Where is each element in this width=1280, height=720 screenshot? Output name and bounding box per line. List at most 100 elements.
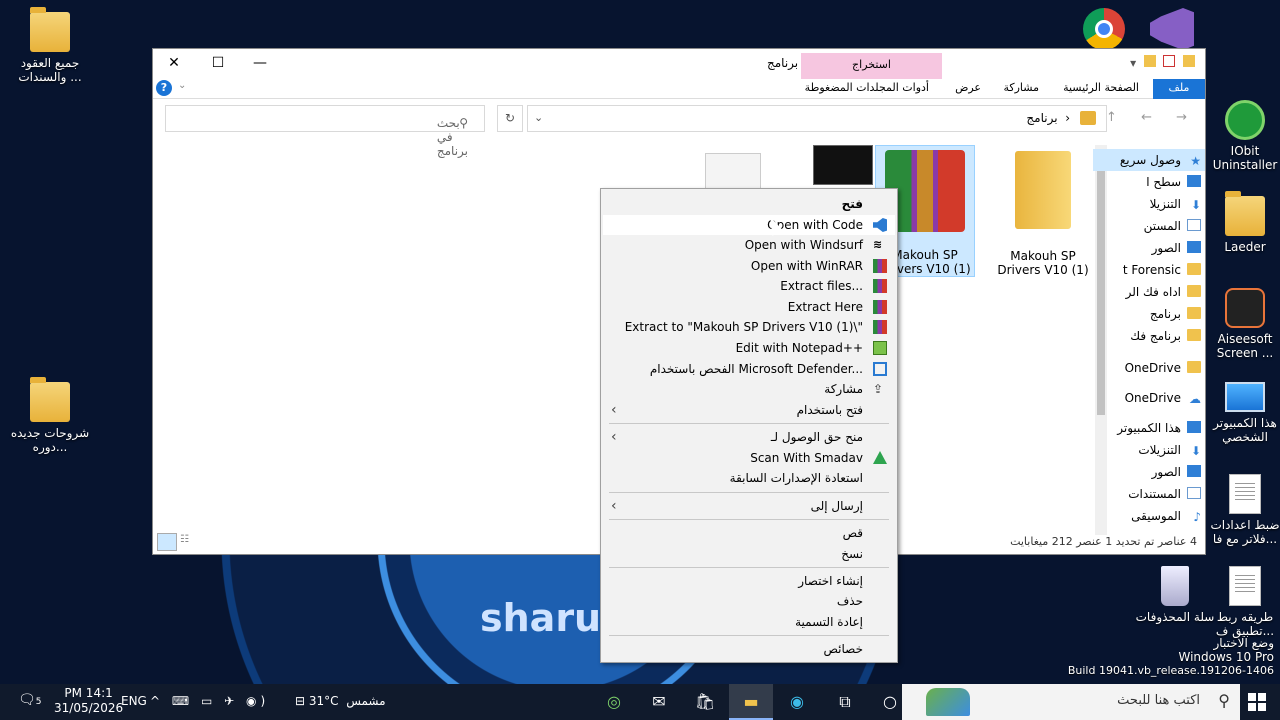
nav-item-program-unlock[interactable]: برنامج فك (1093, 325, 1205, 347)
tab-view[interactable]: عرض (955, 79, 981, 97)
nav-item-forensic[interactable]: t Forensic (1093, 259, 1205, 281)
window-title: برنامج (767, 56, 799, 70)
nav-arrows[interactable]: ↑ ← → (1106, 110, 1197, 125)
menu-item-smadav[interactable]: Scan With Smadav (603, 448, 895, 468)
download-icon: ⬇ (1190, 444, 1201, 458)
menu-item-restore-versions[interactable]: استعادة الإصدارات السابقة (603, 468, 895, 488)
weather-widget[interactable]: ⊟ 31°C مشمس (295, 694, 386, 708)
menu-item-create-shortcut[interactable]: إنشاء اختصار (603, 571, 895, 591)
refresh-button[interactable]: ↻ (497, 105, 523, 132)
chevron-down-icon[interactable]: ⌄ (178, 80, 186, 91)
desktop-icon-label: سلة المحذوفات (1135, 610, 1215, 624)
desktop-icon-course[interactable]: شروحات جديده دوره... (10, 377, 90, 454)
chrome-icon[interactable] (1083, 8, 1125, 50)
menu-item-open[interactable]: فتح (603, 194, 895, 214)
file-item-folder[interactable]: Makouh SP Drivers V10 (1) (993, 145, 1093, 277)
cortana-icon[interactable]: ○ (878, 690, 902, 714)
search-icon: ⚲ (1218, 691, 1230, 710)
iobit-taskbar-icon[interactable]: ◎ (602, 690, 626, 714)
chevron-left-icon: ‹ (611, 402, 617, 418)
quick-access-toolbar[interactable]: ▾ (1130, 55, 1195, 70)
store-icon[interactable]: 🛍 (693, 690, 717, 714)
file-explorer-icon[interactable]: ▬ (739, 690, 763, 714)
title-bar: ✕ ☐ — برنامج استخراج ▾ (153, 49, 1205, 79)
edge-icon[interactable]: ◉ (785, 690, 809, 714)
desktop-icon-filters[interactable]: ضبط اعدادات فلاتر مع فا... (1205, 474, 1280, 546)
large-icons-view-button[interactable]: ☷ (179, 533, 199, 551)
tray-icons[interactable]: ^ ⌨ ▭ ✈ ◉) (150, 694, 269, 708)
menu-item-share[interactable]: ⇪ مشاركة (603, 379, 895, 399)
visual-studio-icon[interactable] (1150, 8, 1194, 50)
menu-item-extract-here[interactable]: Extract Here (603, 297, 895, 317)
document-thumbnail (705, 153, 761, 193)
chevron-down-icon[interactable]: ⌄ (534, 111, 543, 124)
start-button[interactable] (1248, 693, 1266, 711)
menu-item-open-with-windsurf[interactable]: ≋ Open with Windsurf (603, 235, 895, 255)
details-view-button[interactable] (157, 533, 177, 551)
share-icon: ⇪ (873, 382, 884, 396)
menu-item-extract-to[interactable]: Extract to "Makouh SP Drivers V10 (1)\" (603, 317, 895, 337)
nav-item-pictures[interactable]: الصور (1093, 237, 1205, 259)
nav-item-downloads[interactable]: ⬇التنزيلا (1093, 193, 1205, 215)
status-text: 4 عناصر تم تحديد 1 عنصر 212 ميغابايت (1010, 535, 1197, 548)
tab-home[interactable]: الصفحة الرئيسية (1063, 79, 1139, 97)
task-view-icon[interactable]: ⧉ (833, 690, 857, 714)
taskbar-search-box[interactable]: ⚲ اكتب هنا للبحث (902, 684, 1240, 720)
notification-center-icon[interactable]: 🗨5 (18, 692, 42, 708)
maximize-button[interactable]: ☐ (197, 49, 239, 77)
extract-tab[interactable]: استخراج (801, 53, 942, 79)
desktop-icon-label: جميع العقود والسندات ... (18, 56, 82, 84)
nav-item-desktop[interactable]: سطح ا (1093, 171, 1205, 193)
desktop-icon-label: Laeder (1224, 240, 1266, 254)
nav-item-program[interactable]: برنامج (1093, 303, 1205, 325)
menu-item-give-access[interactable]: ‹ منح حق الوصول لـ (603, 427, 895, 447)
windsurf-icon: ≋ (873, 238, 883, 251)
nav-item-documents-2[interactable]: المستندات (1093, 483, 1205, 505)
desktop-icon-label: IObit Uninstaller (1212, 144, 1278, 172)
desktop-icon-contracts[interactable]: جميع العقود والسندات ... (10, 7, 90, 84)
nav-item-onedrive-2[interactable]: ☁OneDrive (1093, 387, 1205, 409)
menu-item-open-with[interactable]: ‹ فتح باستخدام (603, 400, 895, 420)
file-name: Makouh SP Drivers V10 (1) (997, 249, 1089, 277)
nav-item-quick-access[interactable]: ★وصول سريع (1093, 149, 1205, 171)
clock[interactable]: PM 14:1 31/05/2026 (54, 686, 123, 716)
tab-compressed-tools[interactable]: أدوات المجلدات المضغوطة (805, 79, 929, 97)
menu-item-delete[interactable]: حذف (603, 591, 895, 611)
tab-file[interactable]: ملف (1153, 79, 1205, 99)
menu-item-send-to[interactable]: ‹ إرسال إلى (603, 496, 895, 516)
nav-item-this-pc[interactable]: هذا الكمبيوتر (1093, 417, 1205, 439)
nav-item-music[interactable]: ♪الموسيقى (1093, 505, 1205, 527)
minimize-button[interactable]: — (239, 49, 281, 77)
help-icon[interactable]: ? (156, 80, 172, 96)
mail-icon[interactable]: ✉ (647, 690, 671, 714)
desktop-icon-this-pc[interactable]: هذا الكمبيوتر الشخصي (1205, 382, 1280, 444)
nav-item-pictures-2[interactable]: الصور (1093, 461, 1205, 483)
menu-item-copy[interactable]: نسخ (603, 544, 895, 564)
menu-item-properties[interactable]: خصائص (603, 639, 895, 659)
nav-item-downloads-2[interactable]: ⬇التنزيلات (1093, 439, 1205, 461)
nav-item-onedrive-1[interactable]: OneDrive (1093, 357, 1205, 379)
menu-item-extract-files[interactable]: Extract files... (603, 276, 895, 296)
menu-item-defender-scan[interactable]: الفحص باستخدام Microsoft Defender... (603, 359, 895, 379)
menu-item-open-with-code[interactable]: Open with Code (603, 215, 895, 235)
desktop-icon-recycle-bin[interactable]: سلة المحذوفات (1135, 566, 1215, 624)
menu-item-edit-notepad[interactable]: Edit with Notepad++ (603, 338, 895, 358)
desktop-icon-iobit[interactable]: IObit Uninstaller (1205, 100, 1280, 172)
desktop-icon-aiseesoft[interactable]: Aiseesoft Screen ... (1205, 288, 1280, 360)
language-indicator[interactable]: ENG (121, 694, 147, 708)
desktop-icon-laeder[interactable]: Laeder (1205, 191, 1280, 254)
nav-item-unlock-tool[interactable]: اداه فك الر (1093, 281, 1205, 303)
close-button[interactable]: ✕ (153, 49, 195, 77)
menu-item-open-with-winrar[interactable]: Open with WinRAR (603, 256, 895, 276)
search-icon: ⚲ (459, 116, 468, 130)
folder-icon (1187, 361, 1201, 373)
search-input[interactable]: بحث في برنامج ⚲ (165, 105, 485, 158)
tab-share[interactable]: مشاركة (1003, 79, 1039, 97)
desktop-icon-label: شروحات جديده دوره... (10, 426, 90, 454)
menu-item-rename[interactable]: إعادة التسمية (603, 612, 895, 632)
menu-item-cut[interactable]: قص (603, 523, 895, 543)
nav-item-documents[interactable]: المستن (1093, 215, 1205, 237)
address-row: بحث في برنامج ⚲ ↻ ⌄ برنامج › ↑ ← → (153, 105, 1205, 158)
desktop-icon-app-link[interactable]: طريقه ربط تطبيق ف... (1205, 566, 1280, 638)
address-bar[interactable]: ⌄ برنامج › (527, 105, 1107, 132)
